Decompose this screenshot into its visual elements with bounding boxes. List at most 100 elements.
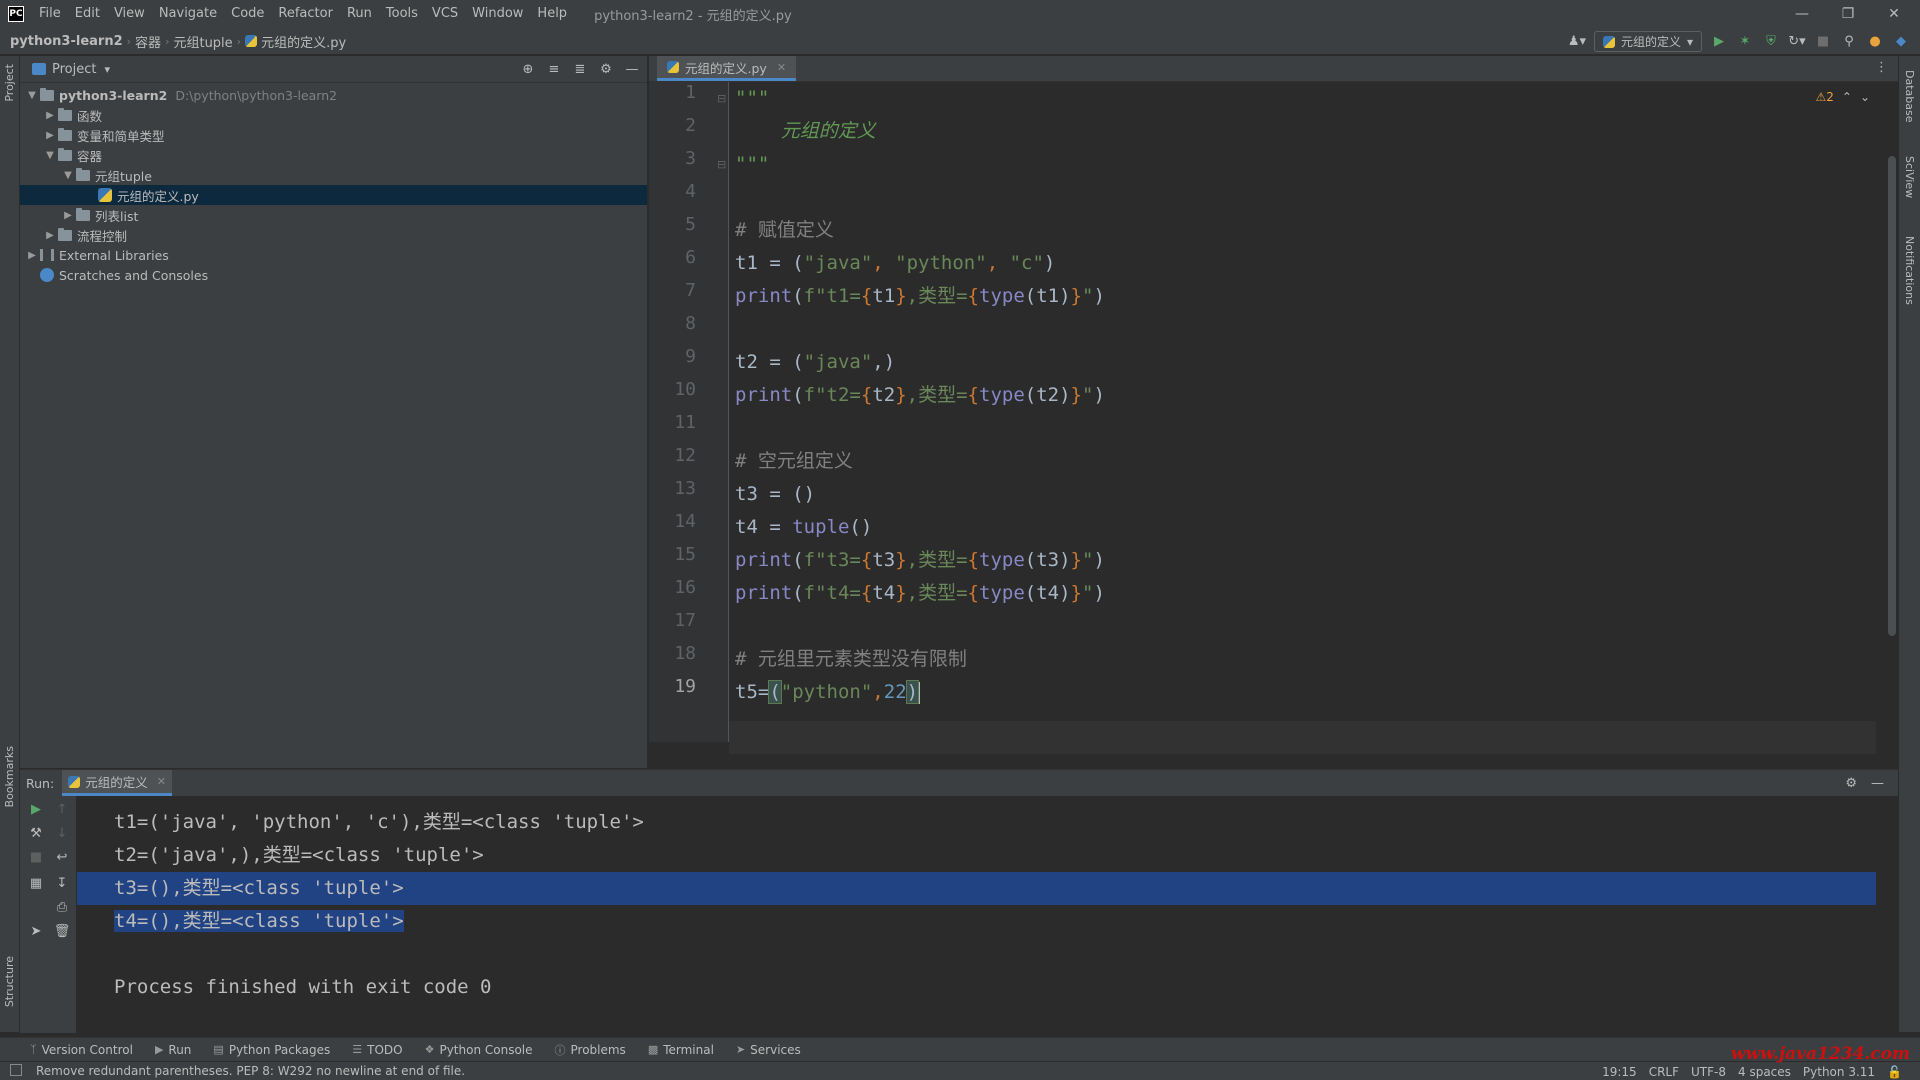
more-tabs-icon[interactable]: ⋮	[1875, 60, 1888, 75]
restore-button[interactable]: ❐	[1826, 0, 1870, 28]
collapse-all-icon[interactable]: ≣	[573, 62, 587, 77]
tree-item-scratches[interactable]: Scratches and Consoles	[20, 265, 647, 285]
stop-icon[interactable]: ■	[26, 850, 46, 870]
tool-tab-services[interactable]: ➤ Services	[736, 1043, 801, 1057]
debug-icon[interactable]: ✶	[1736, 33, 1754, 51]
gear-icon[interactable]: ⚙	[599, 62, 613, 77]
wrench-icon[interactable]: ⚒	[26, 826, 46, 846]
tree-item-project-root[interactable]: ▼ python3-learn2 D:\python\python3-learn…	[20, 85, 647, 105]
menu-file[interactable]: File	[32, 0, 68, 28]
warning-count[interactable]: ⚠2	[1815, 90, 1833, 104]
chevron-down-icon[interactable]: ▼	[24, 90, 40, 101]
tree-item-tuple-file[interactable]: 元组的定义.py	[20, 185, 647, 205]
menu-refactor[interactable]: Refactor	[271, 0, 340, 28]
chevron-down-icon[interactable]: ⌄	[1860, 90, 1870, 104]
menu-edit[interactable]: Edit	[68, 0, 107, 28]
soft-wrap-icon[interactable]: ↩	[52, 850, 72, 870]
tree-item-functions[interactable]: ▶ 函数	[20, 105, 647, 125]
editor-scrollbar[interactable]	[1888, 156, 1896, 636]
code-area[interactable]: """ 元组的定义 """ # 赋值定义 t1 = ("java", "pyth…	[735, 82, 1876, 742]
project-view-selector[interactable]: Project	[52, 62, 96, 77]
run-tab-tuple-definition[interactable]: 元组的定义 ✕	[62, 770, 172, 796]
expand-all-icon[interactable]: ≡	[547, 62, 561, 77]
hide-panel-icon[interactable]: —	[625, 62, 639, 77]
fold-icon[interactable]: ⊟	[717, 92, 726, 105]
close-tab-icon[interactable]: ✕	[777, 61, 786, 74]
inspection-widget[interactable]: ⚠2 ⌃ ⌄	[1815, 90, 1870, 104]
console-output[interactable]: t1=('java', 'python', 'c'),类型=<class 'tu…	[77, 796, 1898, 1033]
chevron-right-icon[interactable]: ▶	[42, 130, 58, 141]
menu-vcs[interactable]: VCS	[425, 0, 465, 28]
tool-tab-python-packages[interactable]: ▤ Python Packages	[213, 1043, 330, 1057]
run-configuration-select[interactable]: 元组的定义 ▾	[1593, 31, 1702, 52]
chevron-down-icon[interactable]: ▼	[42, 150, 58, 161]
tree-item-external-libraries[interactable]: ▶ External Libraries	[20, 245, 647, 265]
chevron-right-icon[interactable]: ▶	[42, 110, 58, 121]
chevron-down-icon[interactable]: ▼	[60, 170, 76, 181]
tree-item-tuple-folder[interactable]: ▼ 元组tuple	[20, 165, 647, 185]
python-interpreter[interactable]: Python 3.11	[1803, 1065, 1875, 1079]
close-window-button[interactable]: ✕	[1872, 0, 1916, 28]
sciview-tool-button[interactable]: SciView	[1903, 156, 1916, 198]
tool-tab-version-control[interactable]: ᛉ Version Control	[30, 1043, 133, 1057]
layout-icon[interactable]: ▦	[26, 876, 46, 896]
rerun-icon[interactable]: ▶	[26, 802, 46, 822]
chevron-down-icon[interactable]: ▾	[104, 63, 110, 76]
coverage-icon[interactable]: ⛨	[1762, 33, 1780, 51]
arrow-down-icon[interactable]: ↓	[52, 826, 72, 846]
menu-run[interactable]: Run	[340, 0, 379, 28]
stop-icon[interactable]: ■	[1814, 33, 1832, 51]
menu-code[interactable]: Code	[224, 0, 271, 28]
breadcrumb-project[interactable]: python3-learn2	[10, 34, 123, 49]
notifications-tool-button[interactable]: Notifications	[1903, 236, 1916, 305]
tool-tab-todo[interactable]: ☰ TODO	[352, 1043, 402, 1057]
line-separator[interactable]: CRLF	[1649, 1065, 1679, 1079]
tool-tab-python-console[interactable]: ❖ Python Console	[425, 1043, 533, 1057]
toggle-tool-windows-icon[interactable]	[10, 1064, 22, 1076]
breadcrumb-container-folder[interactable]: 容器	[135, 32, 161, 51]
database-tool-button[interactable]: Database	[1903, 70, 1916, 123]
user-account-icon[interactable]: ♟▾	[1568, 33, 1586, 51]
chevron-right-icon[interactable]: ▶	[24, 250, 40, 261]
jetbrains-toolbox-icon[interactable]: ◆	[1892, 33, 1910, 51]
tree-item-containers[interactable]: ▼ 容器	[20, 145, 647, 165]
print-icon[interactable]: ⎙	[52, 900, 72, 920]
run-icon[interactable]: ▶	[1710, 33, 1728, 51]
tool-tab-problems[interactable]: ⓘ Problems	[555, 1042, 626, 1058]
menu-view[interactable]: View	[107, 0, 152, 28]
close-tab-icon[interactable]: ✕	[157, 775, 166, 788]
trash-icon[interactable]: 🗑	[52, 924, 72, 944]
menu-help[interactable]: Help	[530, 0, 574, 28]
tree-item-list-folder[interactable]: ▶ 列表list	[20, 205, 647, 225]
chevron-right-icon[interactable]: ▶	[60, 210, 76, 221]
fold-icon[interactable]: ⊟	[717, 158, 726, 171]
menu-tools[interactable]: Tools	[379, 0, 425, 28]
tool-tab-run[interactable]: ▶ Run	[155, 1043, 191, 1057]
tree-item-variables[interactable]: ▶ 变量和简单类型	[20, 125, 647, 145]
tree-item-flow-control[interactable]: ▶ 流程控制	[20, 225, 647, 245]
search-icon[interactable]: ⚲	[1840, 33, 1858, 51]
chevron-right-icon[interactable]: ▶	[42, 230, 58, 241]
bookmarks-tool-button[interactable]: Bookmarks	[3, 746, 16, 807]
caret-position[interactable]: 19:15	[1602, 1065, 1637, 1079]
hide-panel-icon[interactable]: —	[1871, 776, 1884, 791]
gear-icon[interactable]: ⚙	[1845, 776, 1857, 791]
project-tool-button[interactable]: Project	[3, 64, 16, 102]
breadcrumb-tuple-folder[interactable]: 元组tuple	[173, 32, 232, 51]
pin-icon[interactable]: ➤	[26, 924, 46, 944]
file-encoding[interactable]: UTF-8	[1691, 1065, 1726, 1079]
minimize-button[interactable]: —	[1780, 0, 1824, 28]
menu-navigate[interactable]: Navigate	[152, 0, 224, 28]
menu-window[interactable]: Window	[465, 0, 530, 28]
lock-icon[interactable]: 🔓	[1887, 1065, 1902, 1079]
indent-setting[interactable]: 4 spaces	[1738, 1065, 1791, 1079]
tool-tab-terminal[interactable]: ▩ Terminal	[648, 1043, 714, 1057]
scroll-to-end-icon[interactable]: ↧	[52, 876, 72, 896]
update-icon[interactable]: ●	[1866, 33, 1884, 51]
tab-tuple-definition[interactable]: 元组的定义.py ✕	[657, 56, 797, 81]
profile-icon[interactable]: ↻▾	[1788, 33, 1806, 51]
locate-file-icon[interactable]: ⊕	[521, 62, 535, 77]
arrow-up-icon[interactable]: ↑	[52, 802, 72, 822]
structure-tool-button[interactable]: Structure	[3, 956, 16, 1007]
chevron-up-icon[interactable]: ⌃	[1842, 90, 1852, 104]
